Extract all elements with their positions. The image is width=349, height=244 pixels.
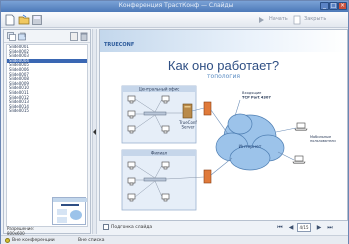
- slide-header: TRUECONF: [100, 30, 347, 52]
- minimize-button[interactable]: _: [320, 2, 329, 10]
- topology-diagram: Центральный офис Филиал TrueConf Server …: [121, 85, 336, 211]
- delete-slide-icon[interactable]: [80, 32, 88, 41]
- office-switch: [143, 111, 167, 116]
- close-window-button[interactable]: ×: [338, 2, 347, 10]
- maximize-button[interactable]: □: [329, 2, 338, 10]
- next-slide-button[interactable]: ▶: [314, 223, 324, 232]
- slide-viewer: TRUECONF Как оно работает? топология Цен…: [99, 29, 348, 221]
- slides-panel-toolbar: [4, 30, 90, 43]
- save-icon[interactable]: [31, 14, 43, 26]
- add-slides-icon[interactable]: [7, 32, 16, 41]
- slide-grid-icon[interactable]: [70, 32, 78, 41]
- toolbar: Начать Закрыть: [1, 12, 348, 28]
- branch-firewall-icon: [203, 169, 212, 184]
- fit-slide-label: Подгонка слайда: [111, 225, 153, 230]
- title-bar[interactable]: Конференция ТрастКонф — Слайды _ □ ×: [1, 1, 348, 12]
- slide-subtitle: топология: [207, 73, 240, 80]
- mobile-laptop-icon: [292, 122, 308, 164]
- collapse-arrow-icon[interactable]: [93, 129, 96, 135]
- panel-splitter[interactable]: [92, 29, 97, 234]
- branch-label: Филиал: [151, 151, 168, 156]
- page-number-field[interactable]: 4/15: [297, 223, 311, 232]
- slides-panel: Slide0001 Slide0002 Slide0003 Slide0004 Slid…: [3, 29, 91, 236]
- incoming-label-line2: TCP Port 4307: [242, 96, 271, 100]
- slide-title: Как оно работает?: [167, 58, 280, 73]
- server-label-line2: Server: [181, 125, 194, 130]
- app-window: Конференция ТрастКонф — Слайды _ □ × Нач…: [0, 0, 349, 244]
- copy-slides-icon[interactable]: [18, 32, 27, 41]
- internet-label: Интернет: [239, 144, 262, 150]
- previous-slide-button[interactable]: ◀: [286, 223, 296, 232]
- open-folder-icon[interactable]: [18, 14, 30, 26]
- slide-thumbnail[interactable]: [52, 197, 87, 225]
- close-button[interactable]: Закрыть: [304, 16, 326, 22]
- internet-cloud-icon: [215, 113, 285, 171]
- slide-list-item[interactable]: Slide0015: [7, 109, 87, 114]
- first-slide-button[interactable]: ⏮: [275, 223, 285, 232]
- play-icon[interactable]: [255, 14, 267, 26]
- branch-switch: [143, 177, 167, 182]
- conference-status-text: Вне конференции: [12, 238, 55, 243]
- office-firewall-icon: [203, 101, 212, 116]
- window-title: Конференция ТрастКонф — Слайды: [118, 2, 234, 9]
- document-icon[interactable]: [291, 14, 303, 26]
- slide-navigation-bar: Подгонка слайда ⏮ ◀ 4/15 ▶ ⏭: [99, 221, 348, 234]
- conference-status-icon: [5, 238, 10, 243]
- list-status-text: Вне списка: [78, 238, 105, 243]
- status-bar: Вне конференции Вне списка: [1, 235, 348, 244]
- mobile-label-line2: пользователи: [310, 139, 336, 143]
- trueconf-logo: TRUECONF: [104, 42, 135, 48]
- new-document-icon[interactable]: [4, 14, 16, 26]
- server-slot: [184, 106, 191, 108]
- last-slide-button[interactable]: ⏭: [325, 223, 335, 232]
- incoming-label-line1: Входящие: [242, 91, 262, 95]
- begin-button[interactable]: Начать: [269, 16, 288, 22]
- central-office-label: Центральный офис: [139, 87, 180, 92]
- fit-slide-checkbox[interactable]: [103, 224, 109, 230]
